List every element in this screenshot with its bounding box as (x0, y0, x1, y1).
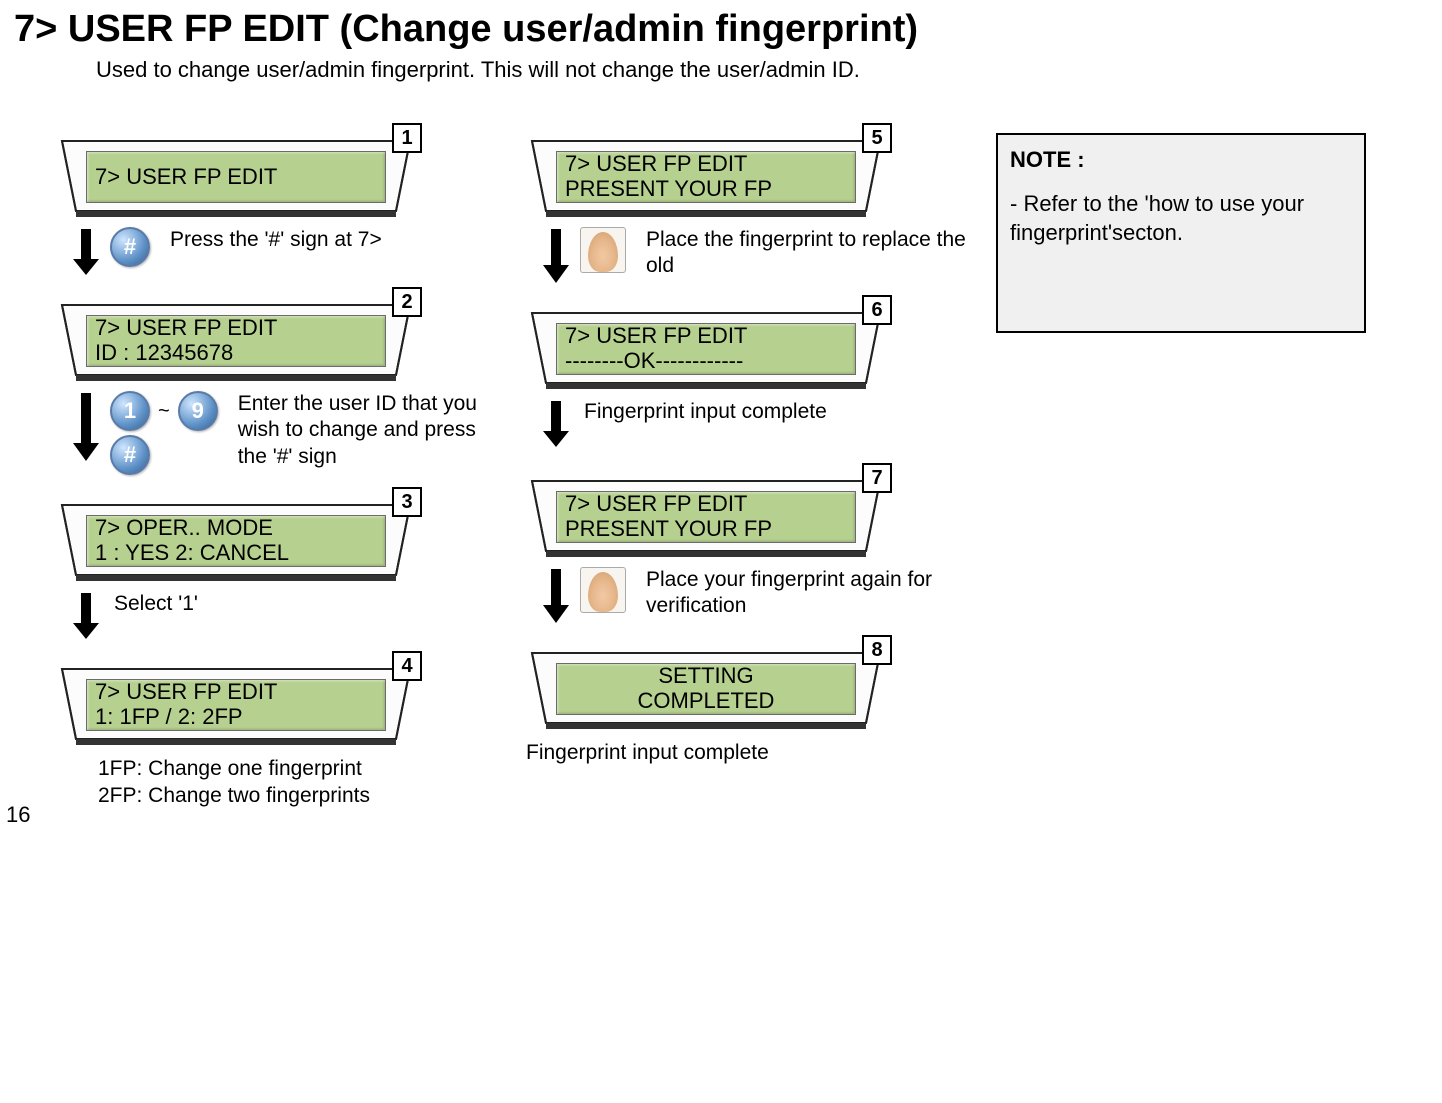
step-action-text: Place your fingerprint again for verific… (636, 567, 966, 620)
lcd-screen: 7> USER FP EDIT ID : 12345678 (86, 315, 386, 367)
note-title: NOTE : (1010, 145, 1352, 175)
hash-key-icon: # (110, 227, 150, 267)
lcd-device: SETTING COMPLETED 8 (526, 645, 886, 733)
page-number: 16 (6, 802, 30, 828)
step-caption: Fingerprint input complete (526, 739, 966, 766)
step-action-text: Select '1' (104, 591, 496, 617)
step-action-text: Press the '#' sign at 7> (160, 227, 496, 253)
lcd-screen: 7> USER FP EDIT PRESENT YOUR FP (556, 491, 856, 543)
lcd-screen: 7> USER FP EDIT --------OK------------ (556, 323, 856, 375)
step-caption: 1FP: Change one fingerprint 2FP: Change … (98, 755, 496, 810)
step-badge: 7 (862, 463, 892, 493)
step-7: 7> USER FP EDIT PRESENT YOUR FP 7 Place … (526, 473, 966, 623)
lcd-line: 7> OPER.. MODE (95, 516, 377, 541)
step-action-text: Enter the user ID that you wish to chang… (228, 391, 496, 470)
step-badge: 3 (392, 487, 422, 517)
lcd-line: PRESENT YOUR FP (565, 517, 847, 542)
arrow-down-icon (538, 567, 574, 623)
lcd-device: 7> USER FP EDIT ID : 12345678 2 (56, 297, 416, 385)
step-badge: 4 (392, 651, 422, 681)
step-badge: 6 (862, 295, 892, 325)
arrow-down-icon (68, 591, 104, 639)
lcd-line: 1 : YES 2: CANCEL (95, 541, 377, 566)
step-badge: 5 (862, 123, 892, 153)
step-2: 7> USER FP EDIT ID : 12345678 2 1 ~ 9 (56, 297, 496, 475)
step-badge: 8 (862, 635, 892, 665)
lcd-line: 7> USER FP EDIT (565, 324, 847, 349)
lcd-line: 7> USER FP EDIT (95, 680, 377, 705)
lcd-line: 7> USER FP EDIT (95, 165, 377, 190)
fingerprint-icon (580, 227, 626, 273)
lcd-screen: SETTING COMPLETED (556, 663, 856, 715)
step-1: 7> USER FP EDIT 1 # Press the '#' sign a… (56, 133, 496, 275)
lcd-screen: 7> USER FP EDIT PRESENT YOUR FP (556, 151, 856, 203)
lcd-screen: 7> USER FP EDIT 1: 1FP / 2: 2FP (86, 679, 386, 731)
lcd-screen: 7> OPER.. MODE 1 : YES 2: CANCEL (86, 515, 386, 567)
step-8: SETTING COMPLETED 8 Fingerprint input co… (526, 645, 966, 766)
arrow-down-icon (538, 227, 574, 283)
lcd-device: 7> USER FP EDIT --------OK------------ 6 (526, 305, 886, 393)
step-5: 7> USER FP EDIT PRESENT YOUR FP 5 Place … (526, 133, 966, 283)
note-box: NOTE : - Refer to the 'how to use your f… (996, 133, 1366, 333)
one-key-icon: 1 (110, 391, 150, 431)
step-6: 7> USER FP EDIT --------OK------------ 6… (526, 305, 966, 447)
lcd-device: 7> USER FP EDIT PRESENT YOUR FP 5 (526, 133, 886, 221)
lcd-line: 7> USER FP EDIT (95, 316, 377, 341)
step-action-text: Fingerprint input complete (574, 399, 966, 425)
column-left: 7> USER FP EDIT 1 # Press the '#' sign a… (56, 133, 496, 834)
note-body: - Refer to the 'how to use your fingerpr… (1010, 189, 1352, 248)
lcd-line: ID : 12345678 (95, 341, 377, 366)
lcd-line: 7> USER FP EDIT (565, 152, 847, 177)
step-4: 7> USER FP EDIT 1: 1FP / 2: 2FP 4 1FP: C… (56, 661, 496, 810)
lcd-line: SETTING (565, 664, 847, 689)
column-right: 7> USER FP EDIT PRESENT YOUR FP 5 Place … (526, 133, 966, 790)
lcd-device: 7> OPER.. MODE 1 : YES 2: CANCEL 3 (56, 497, 416, 585)
step-badge: 2 (392, 287, 422, 317)
lcd-device: 7> USER FP EDIT 1 (56, 133, 416, 221)
lcd-line: PRESENT YOUR FP (565, 177, 847, 202)
arrow-down-icon (68, 391, 104, 461)
nine-key-icon: 9 (178, 391, 218, 431)
lcd-screen: 7> USER FP EDIT (86, 151, 386, 203)
step-action-text: Place the fingerprint to replace the old (636, 227, 966, 280)
step-badge: 1 (392, 123, 422, 153)
tilde-text: ~ (158, 400, 170, 423)
fingerprint-icon (580, 567, 626, 613)
lcd-line: 7> USER FP EDIT (565, 492, 847, 517)
lcd-line: --------OK------------ (565, 349, 847, 374)
arrow-down-icon (68, 227, 104, 275)
hash-key-icon: # (110, 435, 150, 475)
lcd-device: 7> USER FP EDIT PRESENT YOUR FP 7 (526, 473, 886, 561)
page-subtitle: Used to change user/admin fingerprint. T… (96, 57, 1442, 83)
page-title: 7> USER FP EDIT (Change user/admin finge… (14, 8, 1442, 51)
step-3: 7> OPER.. MODE 1 : YES 2: CANCEL 3 Selec… (56, 497, 496, 639)
lcd-line: COMPLETED (565, 689, 847, 714)
arrow-down-icon (538, 399, 574, 447)
lcd-line: 1: 1FP / 2: 2FP (95, 705, 377, 730)
lcd-device: 7> USER FP EDIT 1: 1FP / 2: 2FP 4 (56, 661, 416, 749)
